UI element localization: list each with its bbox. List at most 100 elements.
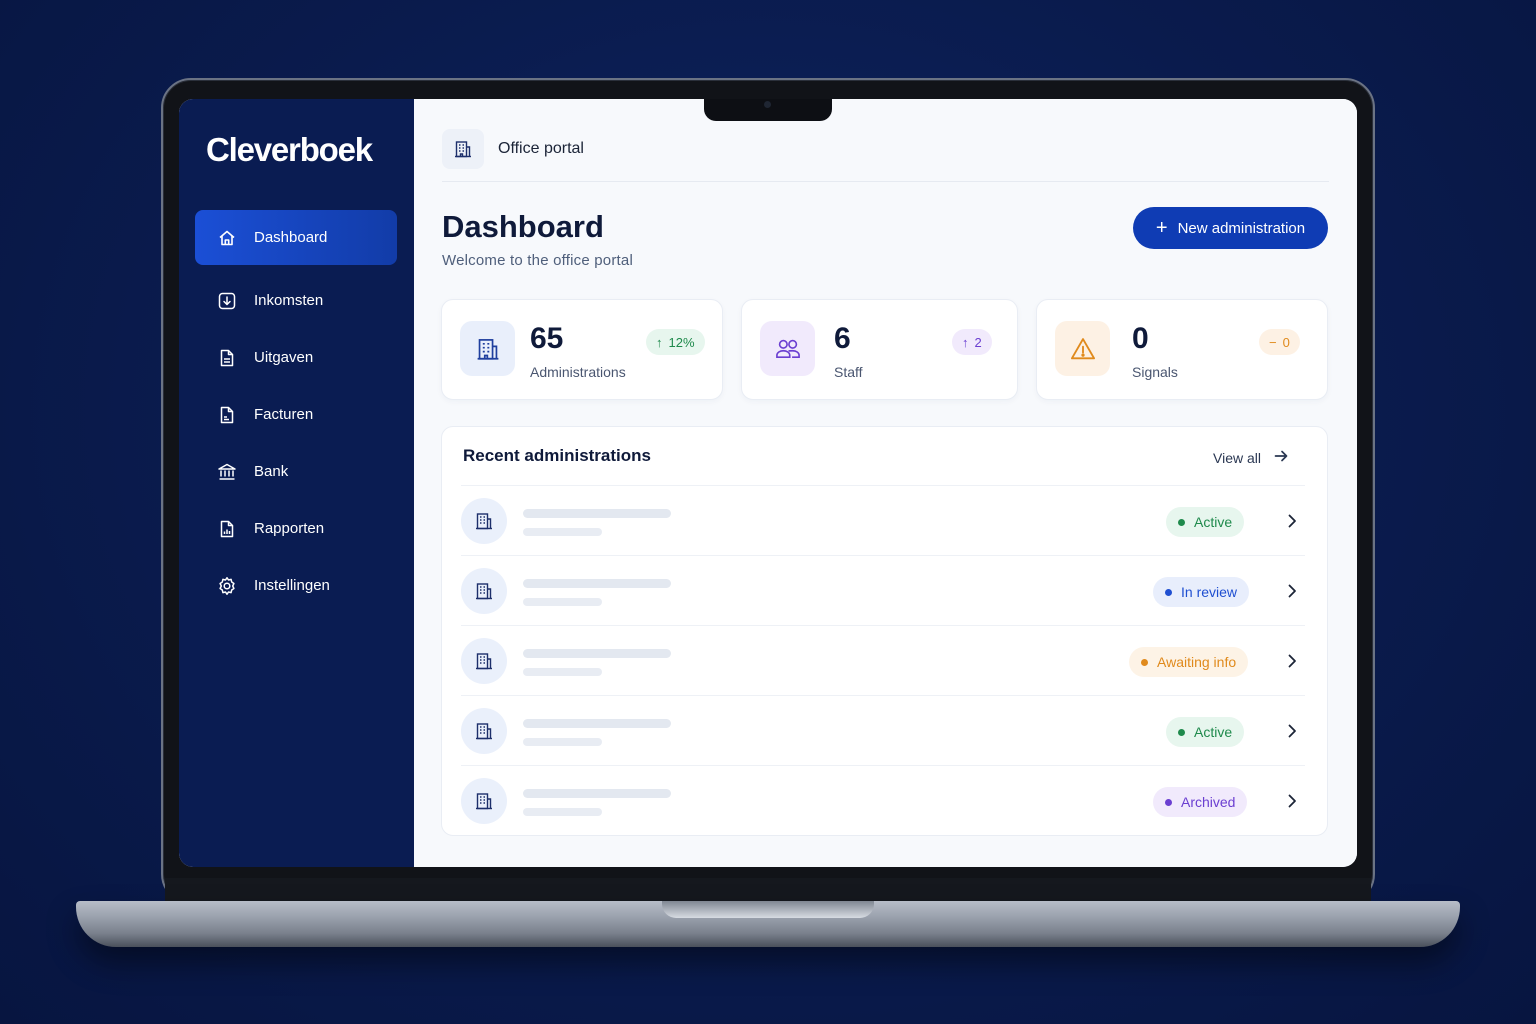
status-label: Active (1194, 514, 1233, 530)
download-icon (217, 291, 237, 311)
sidebar-item-instellingen[interactable]: Instellingen (195, 558, 397, 613)
sidebar-item-label: Rapporten (254, 520, 325, 537)
document-icon (217, 348, 237, 368)
stat-label: Staff (834, 364, 863, 380)
sidebar-item-label: Bank (254, 463, 289, 480)
topbar: Office portal (442, 129, 1329, 182)
chevron-right-icon[interactable] (1283, 722, 1301, 745)
status-badge: Active (1166, 717, 1245, 747)
camera-notch (704, 99, 832, 121)
administration-list: Active In review Awaiting info Active Ar… (461, 485, 1305, 835)
stat-badge: ↑ 2 (952, 329, 992, 355)
sidebar: Cleverboek Dashboard Inkomsten Uitgaven (179, 99, 414, 867)
status-label: In review (1181, 584, 1238, 600)
stat-card-administrations[interactable]: 65 Administrations ↑ 12% (441, 299, 723, 400)
skeleton-line (523, 509, 671, 518)
status-dot (1141, 658, 1148, 666)
stat-badge: − 0 (1259, 329, 1300, 355)
laptop-bezel (165, 878, 1371, 902)
stat-card-staff[interactable]: 6 Staff ↑ 2 (741, 299, 1018, 400)
report-icon (217, 519, 237, 539)
warning-icon (1055, 321, 1110, 376)
building-icon (461, 498, 507, 544)
screen: Cleverboek Dashboard Inkomsten Uitgaven (179, 99, 1357, 867)
building-icon (442, 129, 484, 169)
sidebar-item-label: Facturen (254, 406, 314, 423)
portal-title: Office portal (498, 140, 584, 157)
status-label: Active (1194, 724, 1233, 740)
status-badge: Active (1166, 507, 1245, 537)
arrow-up-icon: ↑ (962, 334, 969, 350)
skeleton-line (523, 528, 602, 536)
chevron-right-icon[interactable] (1283, 582, 1301, 605)
stat-card-signals[interactable]: 0 Signals − 0 (1036, 299, 1328, 400)
status-badge: In review (1153, 577, 1250, 607)
sidebar-item-bank[interactable]: Bank (195, 444, 397, 499)
camera-icon (764, 101, 771, 108)
status-dot (1178, 518, 1185, 526)
skeleton-line (523, 668, 602, 676)
stat-label: Administrations (530, 364, 626, 380)
page-title: Dashboard (442, 209, 604, 244)
sidebar-item-label: Instellingen (254, 577, 330, 594)
sidebar-nav: Dashboard Inkomsten Uitgaven Facturen Ba… (195, 210, 397, 615)
sidebar-item-label: Uitgaven (254, 349, 314, 366)
skeleton-line (523, 598, 602, 606)
sidebar-item-inkomsten[interactable]: Inkomsten (195, 273, 397, 328)
view-all-link[interactable]: View all (1213, 448, 1289, 467)
logo[interactable]: Cleverboek (206, 131, 373, 169)
building-icon (461, 778, 507, 824)
stat-value: 6 (834, 322, 851, 355)
gear-icon (217, 576, 237, 596)
skeleton-line (523, 789, 671, 798)
home-icon (217, 228, 237, 248)
table-row[interactable]: Archived (461, 765, 1305, 835)
status-badge: Archived (1153, 787, 1248, 817)
status-dot (1178, 728, 1185, 736)
arrow-up-icon: ↑ (656, 334, 663, 350)
chevron-right-icon[interactable] (1283, 652, 1301, 675)
skeleton-line (523, 808, 602, 816)
sidebar-item-dashboard[interactable]: Dashboard (195, 210, 397, 265)
building-icon (461, 568, 507, 614)
stat-label: Signals (1132, 364, 1178, 380)
skeleton-line (523, 649, 671, 658)
plus-icon: + (1155, 217, 1168, 239)
status-label: Awaiting info (1157, 654, 1237, 670)
status-dot (1165, 588, 1172, 596)
minus-icon: − (1269, 334, 1277, 350)
invoice-icon (217, 405, 237, 425)
stat-badge-value: 12% (668, 334, 695, 350)
building-icon (460, 321, 515, 376)
chevron-right-icon[interactable] (1283, 792, 1301, 815)
status-badge: Awaiting info (1129, 647, 1249, 677)
table-row[interactable]: In review (461, 555, 1305, 625)
chevron-right-icon[interactable] (1283, 512, 1301, 535)
stat-value: 0 (1132, 322, 1149, 355)
sidebar-item-label: Dashboard (254, 229, 328, 246)
status-label: Archived (1181, 794, 1236, 810)
skeleton-line (523, 719, 671, 728)
stat-value: 65 (530, 322, 564, 355)
table-row[interactable]: Awaiting info (461, 625, 1305, 695)
stat-badge-value: 2 (974, 334, 982, 350)
status-dot (1165, 798, 1172, 806)
view-all-label: View all (1213, 449, 1261, 466)
sidebar-item-label: Inkomsten (254, 292, 324, 309)
table-row[interactable]: Active (461, 485, 1305, 555)
arrow-right-icon (1273, 448, 1289, 467)
skeleton-line (523, 738, 602, 746)
main-content: Office portal Dashboard Welcome to the o… (414, 99, 1357, 867)
new-administration-label: New administration (1177, 219, 1306, 237)
table-row[interactable]: Active (461, 695, 1305, 765)
laptop-base-notch (662, 901, 874, 918)
new-administration-button[interactable]: + New administration (1133, 207, 1328, 249)
building-icon (461, 638, 507, 684)
sidebar-item-uitgaven[interactable]: Uitgaven (195, 330, 397, 385)
stat-badge-value: 0 (1282, 334, 1290, 350)
sidebar-item-rapporten[interactable]: Rapporten (195, 501, 397, 556)
building-icon (461, 708, 507, 754)
sidebar-item-facturen[interactable]: Facturen (195, 387, 397, 442)
page-subtitle: Welcome to the office portal (442, 252, 633, 269)
section-title: Recent administrations (463, 446, 651, 465)
